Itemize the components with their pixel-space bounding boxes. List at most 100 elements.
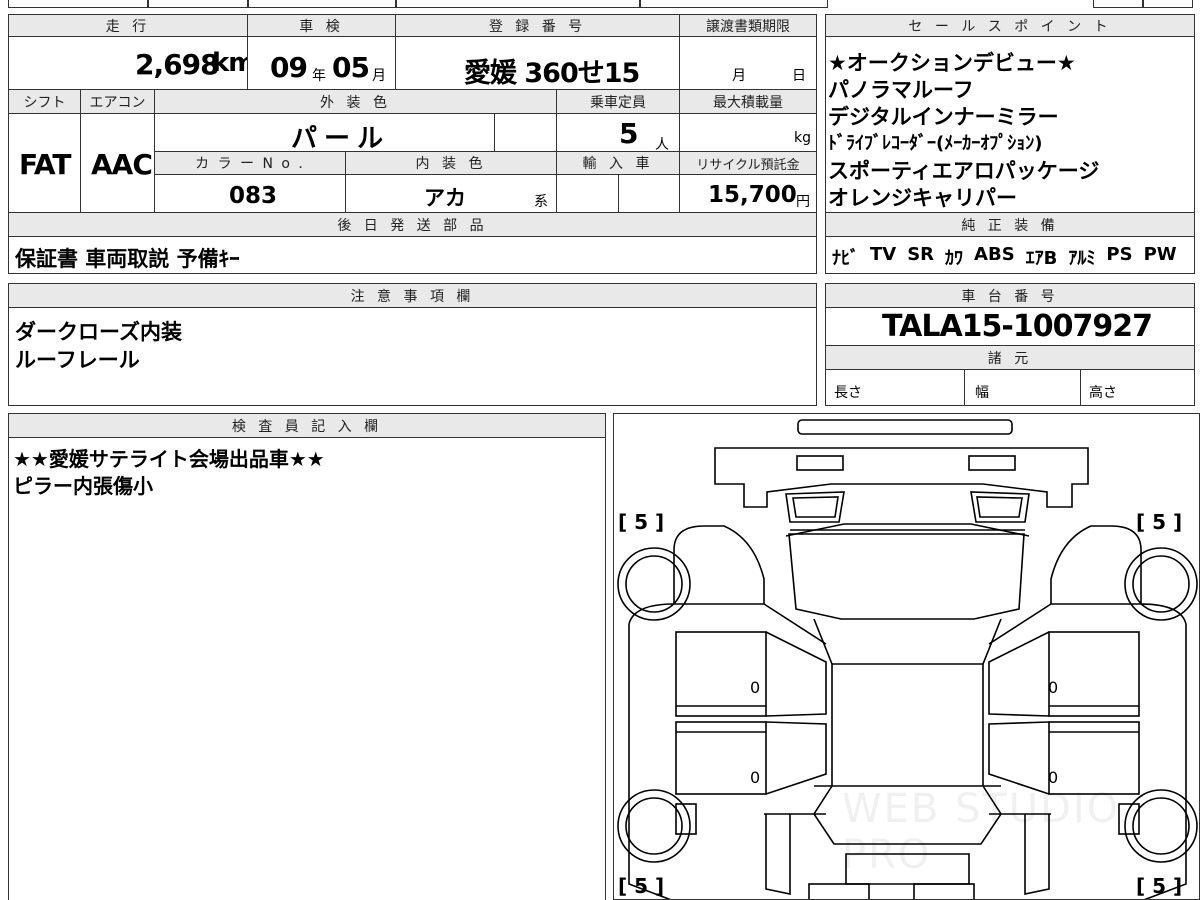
car-damage-diagram: [ 5 ] [ 5 ] [ 5 ] [ 5 ] 0 0 0 0 WEB STUD…	[613, 413, 1200, 900]
top-cutoff-strip-6	[1093, 0, 1143, 8]
inspection-cell: 09 年 05 月	[247, 36, 396, 90]
later-parts-cell: 保証書 車両取説 予備ｷｰ	[8, 236, 817, 274]
equipment-item: ｶﾜ	[945, 248, 964, 269]
equipment-item: ABS	[974, 244, 1015, 265]
recycle-cell: 15,700 円	[679, 174, 817, 213]
door-mark-rear-left: 0	[750, 768, 761, 787]
registration-cell: 愛媛 360せ15	[395, 36, 680, 90]
genuine-equipment-body: ﾅﾋﾞ TV SR ｶﾜ ABS ｴｱB ｱﾙﾐ PS PW	[825, 236, 1195, 274]
inspection-header: 車 検	[247, 14, 396, 37]
inspection-month: 05	[332, 51, 370, 84]
exterior-color-cell: パ ー ル	[154, 113, 495, 154]
inspector-line: ピラー内張傷小	[13, 474, 153, 498]
genuine-equipment-header: 純 正 装 備	[825, 212, 1195, 237]
max-load-unit: kg	[794, 130, 811, 146]
equipment-item: ｴｱB	[1025, 248, 1058, 269]
mileage-value: 2,698	[135, 48, 220, 81]
capacity-value: 5	[619, 117, 639, 150]
equipment-item: PW	[1143, 244, 1177, 265]
interior-color-suffix: 系	[534, 194, 548, 210]
chassis-header: 車 台 番 号	[825, 283, 1195, 308]
interior-color-cell: アカ 系	[345, 174, 557, 213]
tread-depth-front-right: [ 5 ]	[1136, 510, 1183, 534]
notes-header: 注 意 事 項 欄	[8, 283, 817, 308]
watermark-text: WEB STUDIO PRO	[842, 786, 1121, 878]
shift-header: シフト	[8, 89, 81, 114]
sales-point-item: パノラマルーフ	[828, 78, 974, 102]
sales-point-item: オレンジキャリパー	[828, 186, 1017, 210]
inspector-line: ★★愛媛サテライト会場出品車★★	[13, 447, 325, 471]
later-parts-value: 保証書 車両取説 予備ｷｰ	[15, 247, 240, 271]
sales-point-item: ★オークションデビュー★	[828, 51, 1076, 75]
mileage-header: 走 行	[8, 14, 248, 37]
later-parts-header: 後 日 発 送 部 品	[8, 212, 817, 237]
aircon-value: AAC	[91, 148, 153, 181]
note-line: ルーフレール	[15, 348, 140, 372]
equipment-item: ﾅﾋﾞ	[832, 248, 859, 269]
recycle-header: リサイクル預託金	[679, 151, 817, 175]
top-cutoff-strip-2	[148, 0, 248, 8]
equipment-item: SR	[907, 244, 935, 265]
chassis-body: TALA15-1007927	[825, 307, 1195, 346]
shift-cell: FAT	[8, 113, 81, 213]
shift-value: FAT	[19, 148, 72, 181]
inspection-year: 09	[270, 51, 308, 84]
chassis-number: TALA15-1007927	[882, 309, 1153, 344]
max-load-cell: kg	[679, 113, 817, 152]
door-mark-rear-right: 0	[1048, 768, 1059, 787]
tread-depth-front-left: [ 5 ]	[618, 510, 665, 534]
spec-width-cell: 幅	[964, 369, 1081, 406]
sales-point-item: スポーティエアロパッケージ	[828, 159, 1100, 183]
deadline-day-unit: 日	[792, 68, 806, 84]
import-cell-a	[556, 174, 619, 213]
capacity-cell: 5 人	[556, 113, 680, 153]
color-no-header: カ ラ ー N o .	[154, 151, 346, 175]
specs-header: 諸 元	[825, 345, 1195, 370]
sales-points-header: セ ー ル ス ポ イ ン ト	[825, 14, 1195, 37]
exterior-color-value: パ ー ル	[291, 124, 383, 154]
registration-value: 愛媛 360せ15	[464, 58, 640, 89]
import-header: 輸 入 車	[556, 151, 680, 175]
interior-color-header: 内 装 色	[345, 151, 557, 175]
spec-width-label: 幅	[975, 385, 989, 401]
capacity-header: 乗車定員	[556, 89, 680, 114]
registration-header: 登 録 番 号	[395, 14, 680, 37]
recycle-unit: 円	[796, 194, 810, 210]
import-cell-b	[618, 174, 680, 213]
top-cutoff-strip-7	[1143, 0, 1193, 8]
transfer-deadline-cell: 月 日	[679, 36, 817, 90]
door-mark-front-left: 0	[750, 678, 761, 697]
aircon-cell: AAC	[80, 113, 155, 213]
exterior-color-header: 外 装 色	[154, 89, 557, 114]
equipment-item: TV	[870, 244, 897, 265]
top-cutoff-strip-3	[248, 0, 396, 8]
sales-points-body: ★オークションデビュー★ パノラマルーフ デジタルインナーミラー ﾄﾞﾗｲﾌﾞﾚ…	[825, 36, 1195, 213]
deadline-month-unit: 月	[732, 68, 746, 84]
inspection-month-unit: 月	[372, 68, 386, 84]
note-line: ダークローズ内装	[15, 320, 182, 344]
top-cutoff-strip-5	[640, 0, 828, 8]
equipment-item: PS	[1106, 244, 1133, 265]
top-cutoff-strip-1	[8, 0, 148, 8]
inspection-year-unit: 年	[312, 68, 326, 84]
interior-color-value: アカ	[424, 186, 466, 210]
tread-depth-rear-left: [ 5 ]	[618, 874, 665, 898]
exterior-color-extra-cell	[494, 113, 557, 152]
door-mark-front-right: 0	[1048, 678, 1059, 697]
sales-point-item: ﾄﾞﾗｲﾌﾞﾚｺｰﾀﾞｰ(ﾒｰｶｰｵﾌﾟｼｮﾝ)	[828, 133, 1043, 154]
spec-length-label: 長さ	[834, 385, 862, 401]
notes-body: ダークローズ内装 ルーフレール	[8, 307, 817, 406]
mileage-cell: 2,698 km	[8, 36, 255, 90]
equipment-item: ｱﾙﾐ	[1068, 248, 1096, 269]
top-cutoff-strip-4	[396, 0, 640, 8]
max-load-header: 最大積載量	[679, 89, 817, 114]
spec-length-cell: 長さ	[825, 369, 965, 406]
transfer-deadline-header: 譲渡書類期限	[679, 14, 817, 37]
aircon-header: エアコン	[80, 89, 155, 114]
spec-height-cell: 高さ	[1080, 369, 1195, 406]
color-no-value: 083	[229, 183, 278, 209]
color-no-cell: 083	[154, 174, 346, 213]
inspector-header: 検 査 員 記 入 欄	[8, 413, 606, 438]
recycle-value: 15,700	[708, 182, 797, 208]
spec-height-label: 高さ	[1089, 385, 1117, 401]
